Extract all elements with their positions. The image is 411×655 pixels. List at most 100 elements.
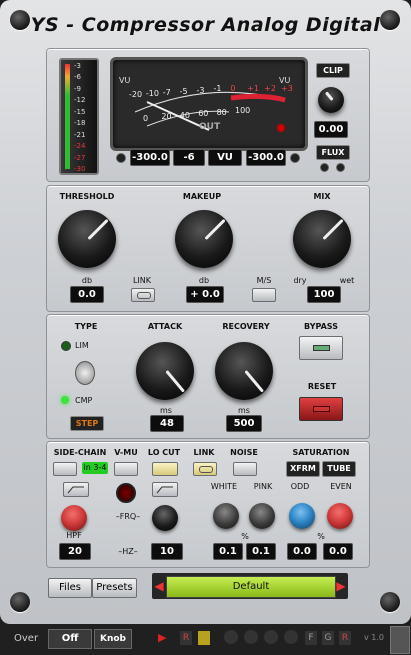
threshold-unit: db bbox=[81, 276, 93, 285]
sat-link-button[interactable] bbox=[193, 462, 217, 476]
locut-filter-button[interactable] bbox=[152, 482, 178, 497]
knob-mode-button[interactable]: Knob bbox=[94, 629, 132, 649]
vmu-label: V-MU bbox=[114, 448, 138, 457]
host-logo bbox=[390, 626, 410, 654]
sidechain-label: SIDE-CHAIN bbox=[53, 448, 107, 457]
preset-next-icon[interactable]: ▶ bbox=[336, 577, 346, 595]
attack-unit: ms bbox=[160, 406, 172, 415]
sidechain-filter-button[interactable] bbox=[63, 482, 89, 497]
vmu-button[interactable] bbox=[114, 462, 138, 476]
even-knob[interactable] bbox=[327, 503, 353, 529]
hpf-knob[interactable] bbox=[61, 505, 87, 531]
sidechain-input-select[interactable]: in 3-4 bbox=[82, 462, 108, 474]
pink-value[interactable]: 0.1 bbox=[246, 543, 276, 560]
link-button[interactable] bbox=[131, 288, 155, 302]
vu-bottom-tick-label: 40 bbox=[179, 110, 190, 120]
over-label: Over bbox=[14, 633, 39, 644]
play-icon[interactable]: ▶ bbox=[158, 631, 166, 644]
white-value[interactable]: 0.1 bbox=[213, 543, 243, 560]
sat-link-icon bbox=[199, 466, 213, 473]
meter-tick-label: -30 bbox=[74, 165, 86, 173]
clip-button[interactable]: CLIP bbox=[316, 63, 350, 78]
attack-value[interactable]: 48 bbox=[150, 415, 184, 432]
preset-prev-icon[interactable]: ◀ bbox=[154, 577, 164, 595]
vu-bottom-tick-label: 0 bbox=[143, 114, 149, 123]
recovery-label: RECOVERY bbox=[222, 322, 270, 331]
preset-name-display[interactable]: Default bbox=[166, 576, 336, 598]
frq-label: –FRQ– bbox=[115, 512, 141, 521]
link-icon bbox=[137, 292, 151, 299]
hpf-value[interactable]: 20 bbox=[59, 543, 91, 560]
locut-button[interactable] bbox=[152, 462, 178, 476]
clip-value: 0.00 bbox=[314, 121, 348, 138]
files-button[interactable]: Files bbox=[48, 578, 92, 598]
threshold-label: THRESHOLD bbox=[59, 192, 115, 201]
makeup-knob[interactable] bbox=[175, 210, 233, 268]
recovery-knob[interactable] bbox=[215, 342, 273, 400]
vu-top-tick-label: -10 bbox=[145, 89, 159, 98]
over-off-button[interactable]: Off bbox=[48, 629, 92, 649]
threshold-value[interactable]: 0.0 bbox=[70, 286, 104, 303]
vu-out-label: OUT bbox=[199, 122, 221, 132]
vu-bottom-tick-label: 100 bbox=[235, 106, 251, 115]
meter-tick-label: -24 bbox=[74, 142, 86, 151]
meter-scale: -3 -6 -9 -12 -15 -18 -21 -24 -27 -30 bbox=[72, 62, 94, 173]
tube-button[interactable]: TUBE bbox=[322, 461, 356, 477]
mix-knob[interactable] bbox=[293, 210, 351, 268]
bypass-label: BYPASS bbox=[304, 322, 338, 331]
link-label: LINK bbox=[132, 276, 152, 285]
even-value[interactable]: 0.0 bbox=[323, 543, 353, 560]
recovery-value[interactable]: 500 bbox=[226, 415, 262, 432]
reset-button[interactable] bbox=[299, 397, 343, 421]
r-button[interactable]: R bbox=[339, 631, 351, 645]
meter-readout-left: -300.0 bbox=[130, 149, 170, 166]
bypass-button[interactable] bbox=[299, 336, 343, 360]
white-noise-knob[interactable] bbox=[213, 503, 239, 529]
flux-led-1 bbox=[320, 163, 329, 172]
odd-knob[interactable] bbox=[289, 503, 315, 529]
host-knob-3[interactable] bbox=[264, 630, 278, 644]
host-toolbar: Over Off Knob ▶ R F G R v 1.0 bbox=[0, 624, 411, 655]
vu-bottom-tick-label: 20 bbox=[161, 112, 172, 122]
odd-value[interactable]: 0.0 bbox=[287, 543, 317, 560]
reset-label: RESET bbox=[307, 382, 337, 391]
threshold-knob[interactable] bbox=[58, 210, 116, 268]
makeup-value[interactable]: + 0.0 bbox=[186, 286, 224, 303]
lim-label: LIM bbox=[75, 341, 89, 350]
vu-top-tick-label: -5 bbox=[179, 87, 188, 96]
ms-label: M/S bbox=[256, 276, 272, 285]
xfrm-button[interactable]: XFRM bbox=[286, 461, 320, 477]
frq-knob[interactable] bbox=[152, 505, 178, 531]
meter-led-left[interactable] bbox=[116, 153, 126, 163]
pink-noise-knob[interactable] bbox=[249, 503, 275, 529]
pink-label: PINK bbox=[253, 482, 273, 491]
type-label: TYPE bbox=[74, 322, 98, 331]
hz-value[interactable]: 10 bbox=[151, 543, 183, 560]
meter-tick-label: -27 bbox=[74, 153, 86, 162]
host-knob-1[interactable] bbox=[224, 630, 238, 644]
meter-tick-label: -6 bbox=[74, 73, 81, 82]
sidechain-button[interactable] bbox=[53, 462, 77, 476]
flux-button[interactable]: FLUX bbox=[316, 145, 350, 160]
sidechain-panel bbox=[46, 441, 370, 568]
step-button[interactable]: STEP bbox=[70, 416, 104, 431]
meter-readout-mid[interactable]: -6 bbox=[173, 149, 205, 166]
yellow-toggle[interactable] bbox=[198, 631, 210, 645]
presets-button[interactable]: Presets bbox=[92, 578, 137, 598]
meter-led-right[interactable] bbox=[290, 153, 300, 163]
type-toggle[interactable] bbox=[75, 361, 95, 385]
meter-tick-label: -18 bbox=[74, 119, 86, 128]
noise-button[interactable] bbox=[233, 462, 257, 476]
f-button[interactable]: F bbox=[305, 631, 317, 645]
mix-value[interactable]: 100 bbox=[307, 286, 341, 303]
ms-button[interactable] bbox=[252, 288, 276, 302]
record-button[interactable]: R bbox=[180, 631, 192, 645]
attack-label: ATTACK bbox=[147, 322, 183, 331]
clip-knob[interactable] bbox=[318, 87, 344, 113]
host-knob-4[interactable] bbox=[284, 630, 298, 644]
host-knob-2[interactable] bbox=[244, 630, 258, 644]
makeup-label: MAKEUP bbox=[182, 192, 222, 201]
attack-knob[interactable] bbox=[136, 342, 194, 400]
g-button[interactable]: G bbox=[322, 631, 334, 645]
meter-mode-button[interactable]: VU bbox=[208, 149, 242, 166]
